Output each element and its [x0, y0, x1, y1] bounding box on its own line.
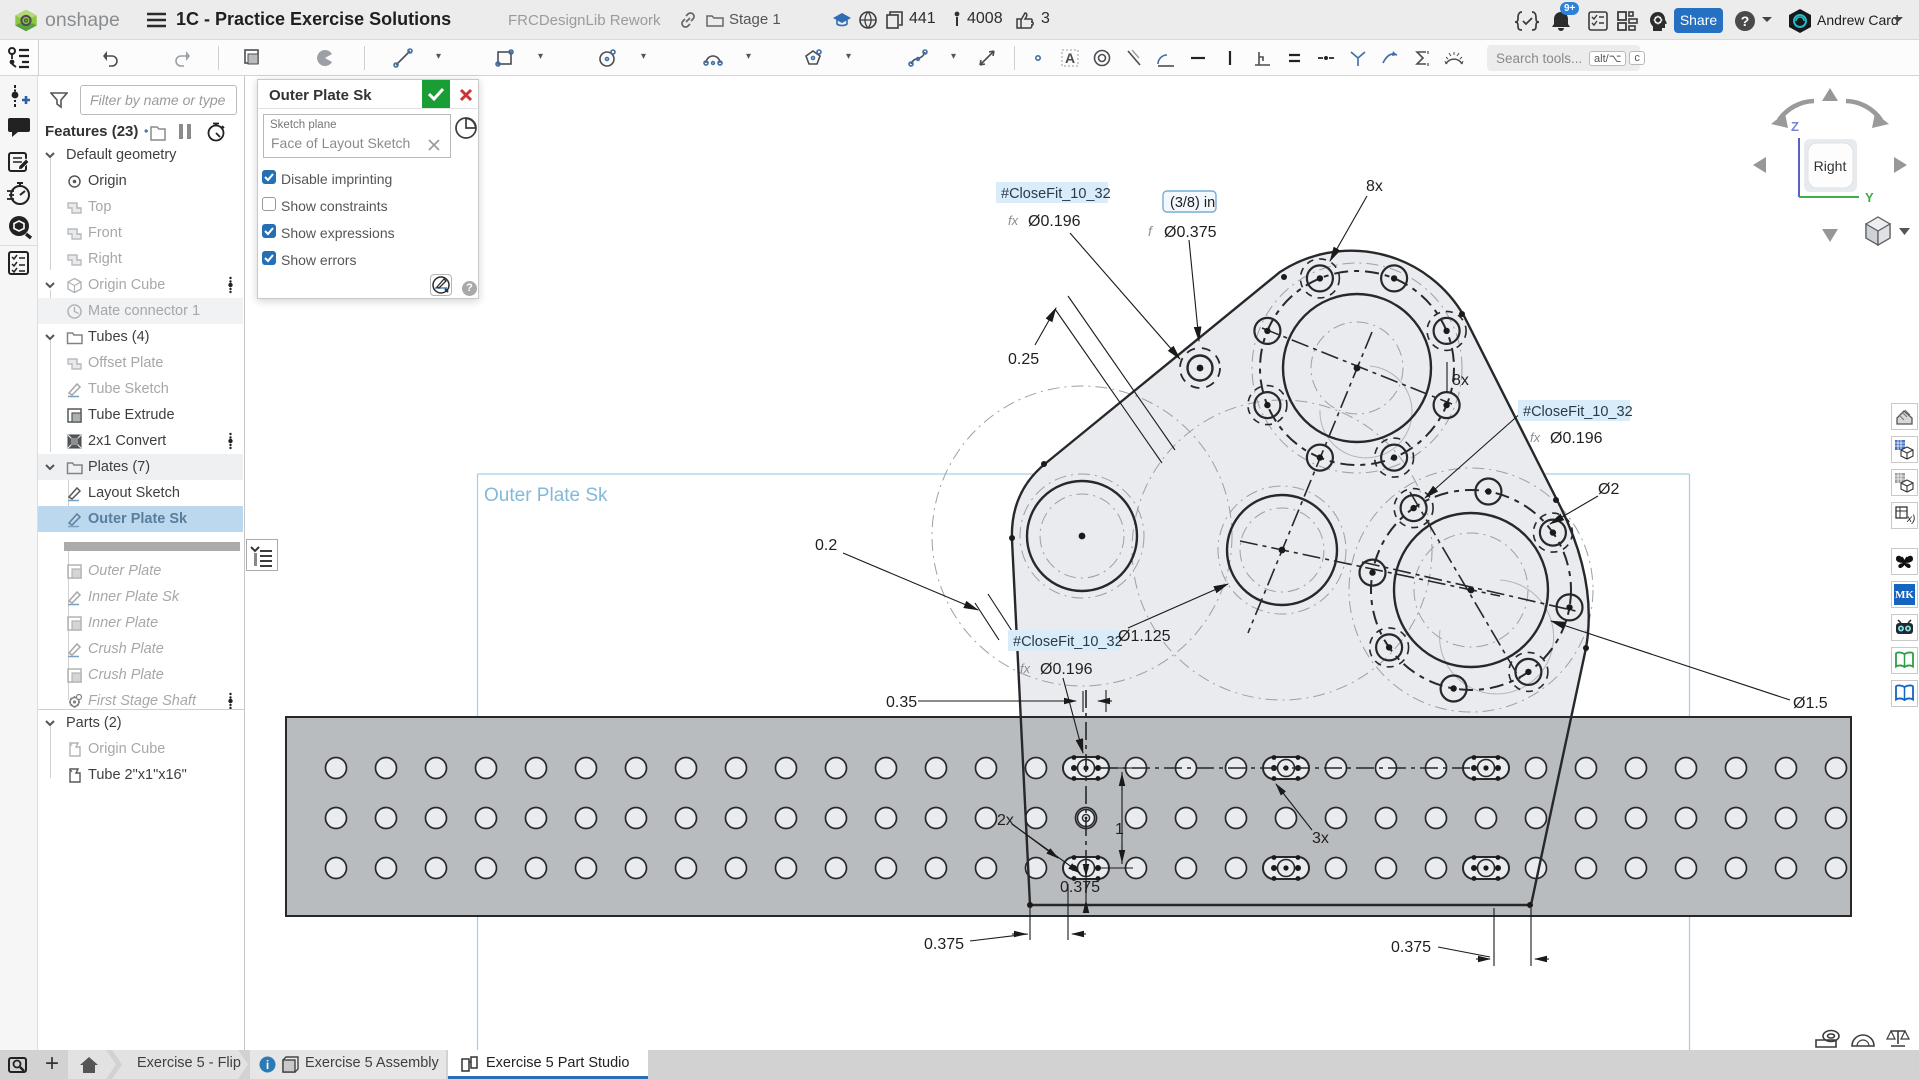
svg-text:#CloseFit_10_32: #CloseFit_10_32 [1523, 404, 1633, 420]
svg-text:3x: 3x [1312, 830, 1329, 847]
svg-text:0.375: 0.375 [924, 936, 964, 953]
svg-text:f: f [1148, 223, 1154, 239]
svg-text:Outer Plate Sk: Outer Plate Sk [484, 485, 608, 506]
svg-text:Ø1.125: Ø1.125 [1118, 628, 1171, 645]
svg-text:fx: fx [1008, 213, 1019, 228]
svg-text:Ø1.5: Ø1.5 [1793, 695, 1828, 712]
svg-text:2x: 2x [997, 812, 1014, 829]
svg-text:Z: Z [1791, 119, 1799, 134]
svg-text:Ø2: Ø2 [1598, 481, 1619, 498]
svg-text:fx: fx [1020, 661, 1031, 676]
svg-text:0.2: 0.2 [815, 537, 837, 554]
svg-text:Right: Right [1814, 158, 1847, 174]
svg-text:A: A [1065, 50, 1075, 66]
svg-text:Ø0.196: Ø0.196 [1550, 430, 1603, 447]
svg-text:Y: Y [1865, 190, 1874, 205]
svg-text:x): x) [1906, 514, 1915, 525]
svg-text:(3/8) in: (3/8) in [1170, 195, 1215, 211]
svg-text:0.375: 0.375 [1391, 939, 1431, 956]
svg-text:0.375: 0.375 [1060, 879, 1100, 896]
svg-text:#CloseFit_10_32: #CloseFit_10_32 [1001, 186, 1111, 202]
svg-text:Ø0.196: Ø0.196 [1028, 213, 1081, 230]
svg-text:1: 1 [1115, 821, 1124, 838]
svg-text:i: i [266, 1058, 269, 1072]
svg-text:Ø0.196: Ø0.196 [1040, 661, 1093, 678]
svg-text:?: ? [1741, 13, 1750, 29]
svg-text:Ø0.375: Ø0.375 [1164, 224, 1217, 241]
svg-text:0.35: 0.35 [886, 694, 917, 711]
svg-text:8x: 8x [1452, 372, 1469, 389]
svg-text:8x: 8x [1366, 178, 1383, 195]
svg-text:0.25: 0.25 [1008, 351, 1039, 368]
svg-text:fx: fx [1530, 430, 1541, 445]
svg-text:#CloseFit_10_32: #CloseFit_10_32 [1013, 634, 1123, 650]
